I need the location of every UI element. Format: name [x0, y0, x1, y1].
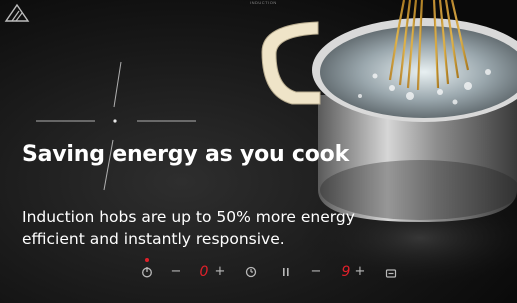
pause-icon: [281, 262, 291, 282]
zone-left-minus: −: [170, 264, 182, 279]
timer-icon: [244, 262, 258, 282]
lock-icon: [384, 262, 398, 282]
power-icon: [140, 262, 154, 282]
zone-left-level: 0: [199, 264, 209, 280]
hero-subtext: Induction hobs are up to 50% more energy…: [22, 208, 355, 248]
zone-right-level: 9: [341, 264, 351, 280]
hob-control-strip: − 0 + − 9 +: [0, 262, 517, 286]
top-label: INDUCTION: [250, 0, 277, 5]
zone-right-plus: +: [354, 264, 366, 279]
zone-left-plus: +: [214, 264, 226, 279]
brand-logo-icon: [4, 3, 30, 22]
zone-right-minus: −: [310, 264, 322, 279]
hero-banner: INDUCTION Saving energy as you cook Indu…: [0, 0, 517, 303]
hero-headline: Saving energy as you cook: [22, 142, 350, 167]
